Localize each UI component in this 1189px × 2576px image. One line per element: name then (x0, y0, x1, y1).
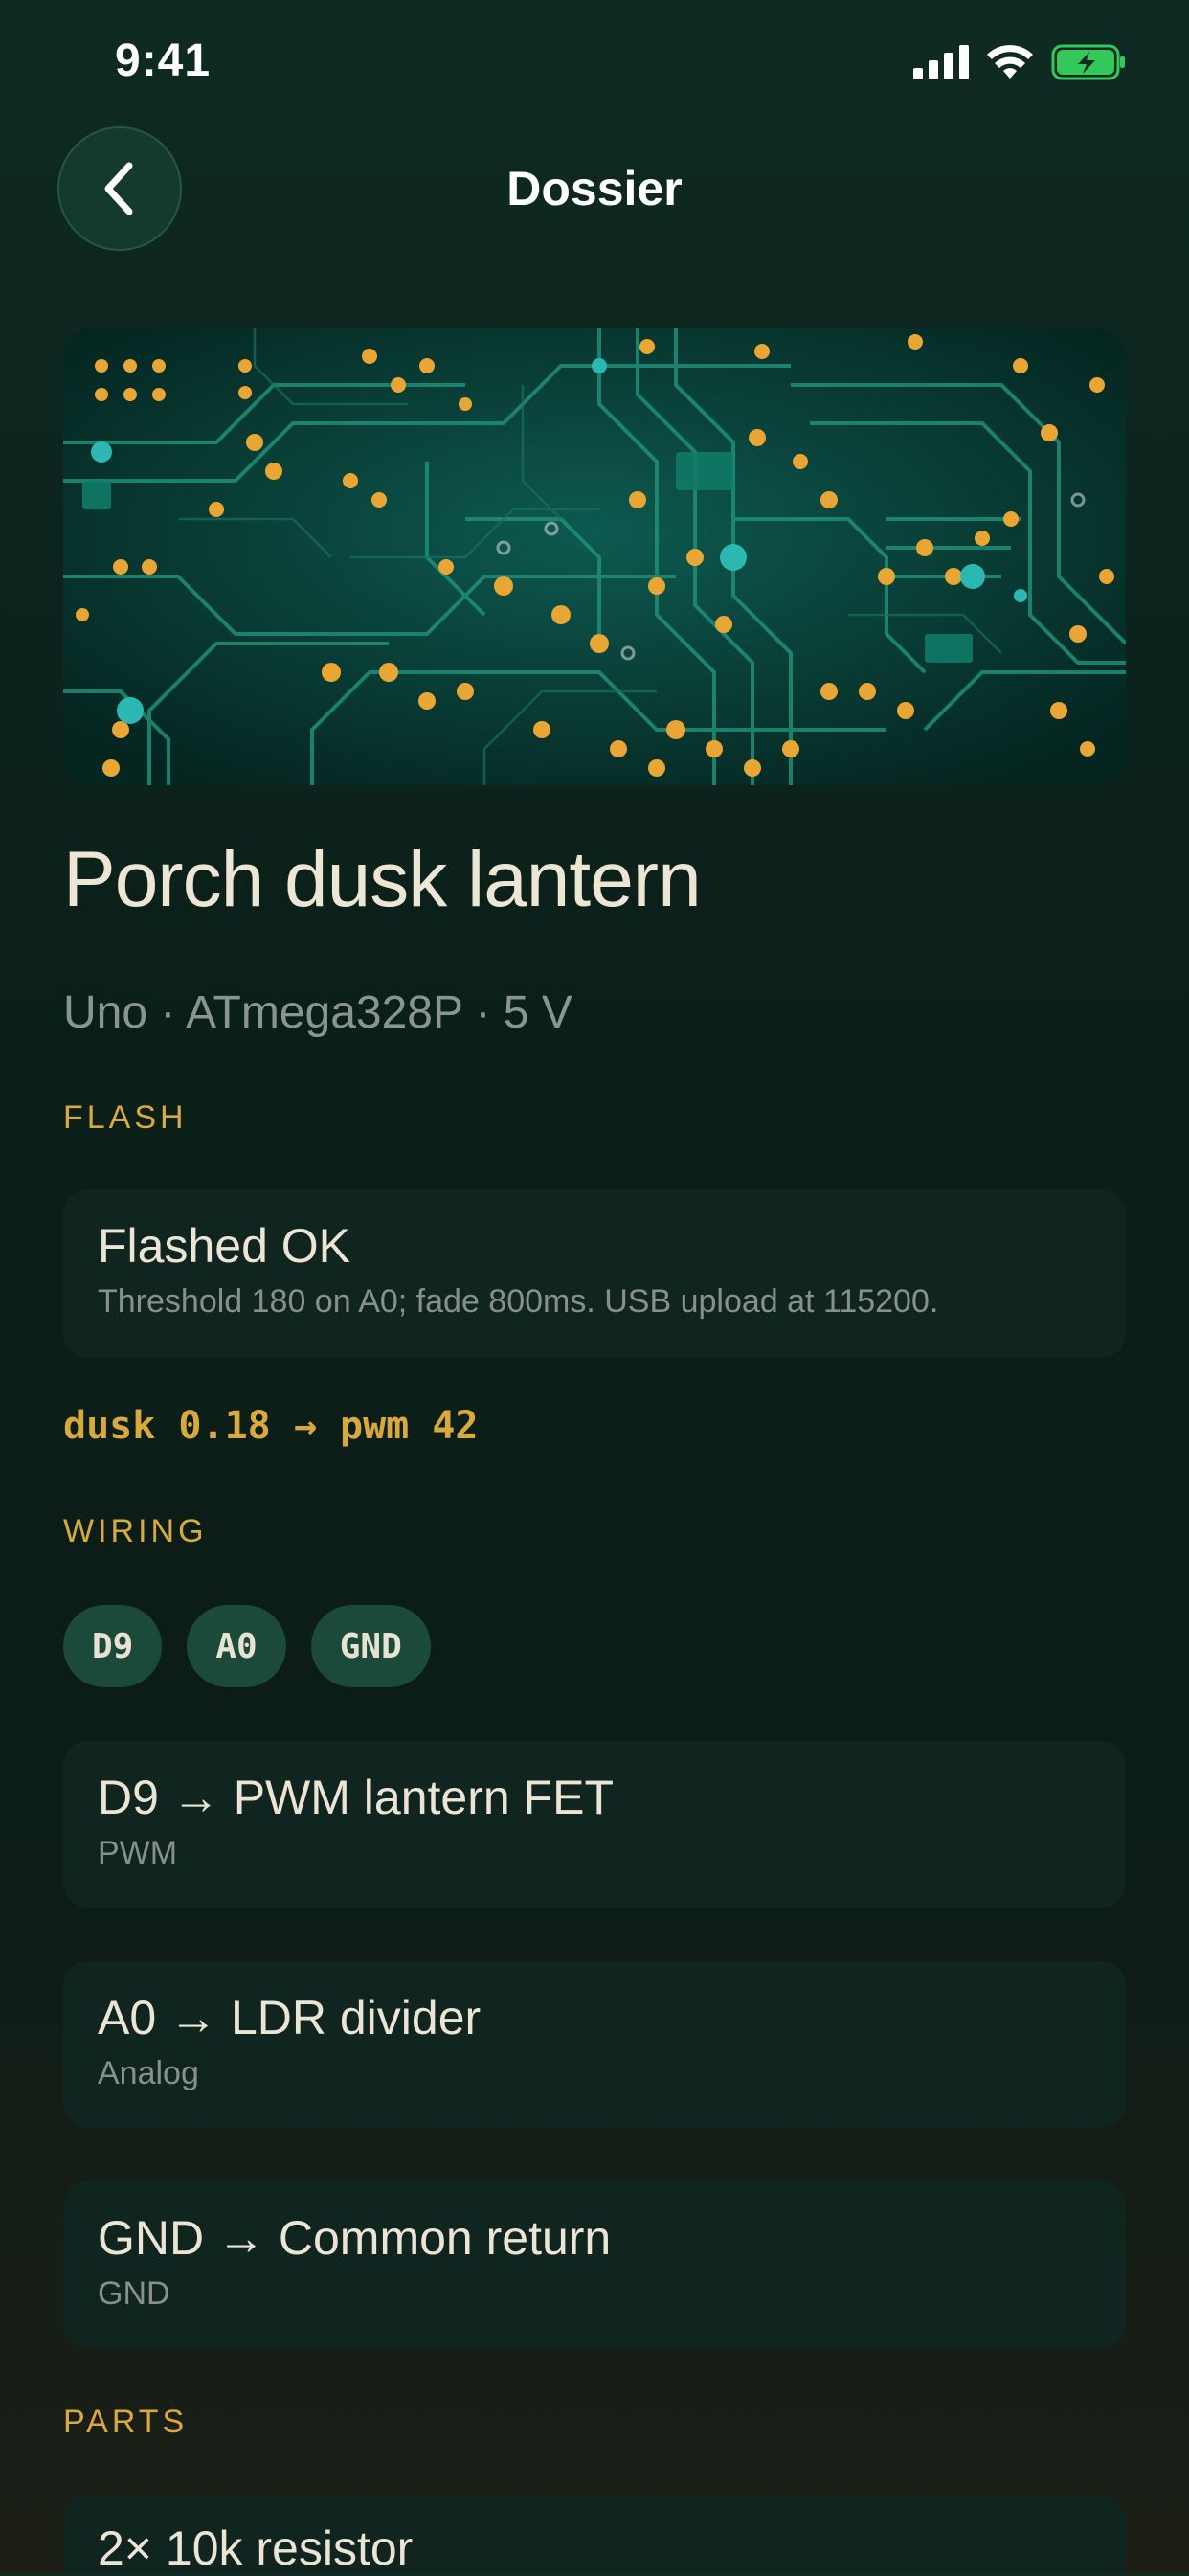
section-label-wiring: WIRING (63, 1513, 208, 1549)
signal-icon (913, 45, 969, 79)
status-icons (913, 44, 1128, 80)
wiring-item-title: D9 → PWM lantern FET (98, 1771, 614, 1824)
part-item[interactable]: 2× 10k resistor (63, 2496, 1126, 2575)
wiring-item-a0[interactable]: A0 → LDR divider Analog (63, 1961, 1126, 2128)
wiring-item-title: GND → Common return (98, 2211, 612, 2265)
wiring-item-title: A0 → LDR divider (98, 1991, 482, 2045)
navigation-bar: Dossier (0, 124, 1189, 259)
battery-charging-icon (1051, 44, 1125, 80)
pin-chip-gnd[interactable]: GND (310, 1605, 431, 1687)
circuit-board-image (63, 328, 1126, 785)
wifi-icon (987, 45, 1033, 79)
flash-status-title: Flashed OK (98, 1219, 351, 1273)
section-label-flash: FLASH (63, 1099, 188, 1136)
wiring-item-gnd[interactable]: GND → Common return GND (63, 2181, 1126, 2348)
wiring-item-type: PWM (98, 1835, 178, 1871)
wiring-item-d9[interactable]: D9 → PWM lantern FET PWM (63, 1741, 1126, 1908)
pin-chips: D9 A0 GND (63, 1605, 431, 1687)
pin-chip-a0[interactable]: A0 (187, 1605, 286, 1687)
flash-status-detail: Threshold 180 on A0; fade 800ms. USB upl… (98, 1283, 939, 1320)
project-subtitle: Uno · ATmega328P · 5 V (63, 987, 572, 1038)
flash-status-card[interactable]: Flashed OK Threshold 180 on A0; fade 800… (63, 1189, 1126, 1358)
hero-image (63, 328, 1126, 785)
project-title: Porch dusk lantern (63, 836, 702, 923)
pin-chip-d9[interactable]: D9 (63, 1605, 163, 1687)
section-label-parts: PARTS (63, 2404, 189, 2440)
status-time: 9:41 (115, 35, 212, 86)
page-title: Dossier (506, 162, 683, 215)
wiring-item-type: GND (98, 2275, 170, 2312)
status-bar: 9:41 (0, 0, 1189, 124)
part-item-title: 2× 10k resistor (98, 2521, 414, 2575)
sensor-readout: dusk 0.18 → pwm 42 (63, 1404, 479, 1448)
wiring-item-type: Analog (98, 2055, 199, 2091)
